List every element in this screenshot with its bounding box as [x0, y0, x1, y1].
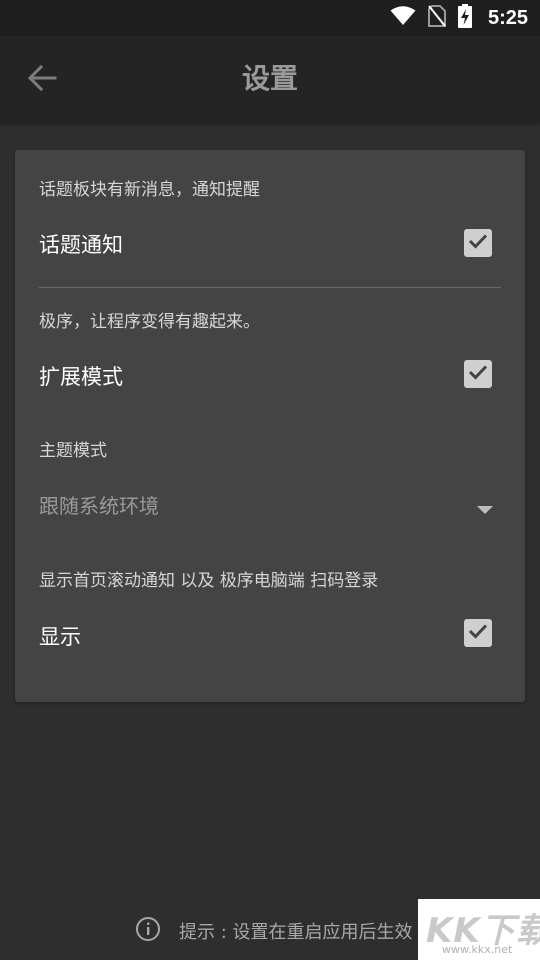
show-scroll-description: 显示首页滚动通知 以及 极序电脑端 扫码登录 — [39, 571, 379, 591]
checkmark-icon — [468, 364, 488, 384]
info-circle-icon — [135, 916, 161, 946]
app-bar: 设置 — [0, 36, 540, 122]
arrow-left-icon — [27, 64, 57, 96]
extend-mode-checkbox[interactable] — [464, 360, 492, 388]
battery-charging-icon — [457, 4, 472, 32]
no-sim-icon — [427, 5, 446, 31]
extend-mode-description: 极序，让程序变得有趣起来。 — [39, 312, 260, 332]
watermark-url: www.kkx.net — [442, 943, 513, 956]
theme-mode-label: 主题模式 — [39, 441, 107, 461]
status-icons: 5:25 — [390, 0, 528, 36]
show-scroll-label: 显示 — [39, 625, 81, 649]
theme-mode-select[interactable]: 跟随系统环境 — [39, 482, 501, 526]
dropdown-arrow-icon — [477, 500, 493, 519]
hint-text: 提示 : 设置在重启应用后生效 — [179, 922, 413, 943]
show-scroll-checkbox[interactable] — [464, 619, 492, 647]
theme-mode-value: 跟随系统环境 — [39, 494, 159, 518]
topic-notify-checkbox[interactable] — [464, 229, 492, 257]
checkmark-icon — [468, 623, 488, 643]
status-time: 5:25 — [487, 6, 528, 29]
watermark: KK下载 www.kkx.net — [418, 899, 540, 960]
page-title: 设置 — [241, 62, 298, 95]
settings-card: 话题板块有新消息，通知提醒 话题通知 极序，让程序变得有趣起来。 扩展模式 主题… — [15, 150, 525, 702]
divider — [39, 287, 501, 288]
topic-notify-description: 话题板块有新消息，通知提醒 — [39, 180, 260, 200]
status-bar: 5:25 — [0, 0, 540, 36]
footer-hint: 提示 : 设置在重启应用后生效 — [135, 915, 413, 947]
checkmark-icon — [468, 233, 488, 253]
topic-notify-label: 话题通知 — [39, 233, 123, 257]
back-button[interactable] — [20, 58, 64, 102]
extend-mode-label: 扩展模式 — [39, 365, 123, 389]
wifi-icon — [390, 6, 416, 30]
